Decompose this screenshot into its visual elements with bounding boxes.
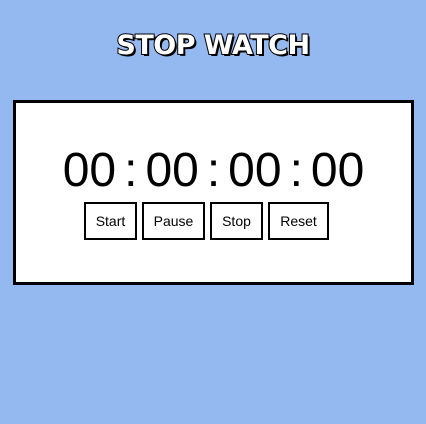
milliseconds-value: 00 bbox=[310, 144, 365, 197]
separator: : bbox=[206, 144, 221, 197]
start-button[interactable]: Start bbox=[84, 202, 137, 240]
stopwatch-panel: 00:00:00:00 Start Pause Stop Reset bbox=[13, 100, 414, 285]
time-display: 00:00:00:00 bbox=[16, 143, 411, 199]
app-title: STOP WATCH bbox=[115, 29, 311, 62]
pause-button[interactable]: Pause bbox=[142, 202, 205, 240]
reset-button[interactable]: Reset bbox=[268, 202, 329, 240]
seconds-value: 00 bbox=[228, 144, 282, 197]
minutes-value: 00 bbox=[145, 144, 199, 197]
hours-value: 00 bbox=[62, 144, 117, 197]
control-buttons: Start Pause Stop Reset bbox=[84, 202, 329, 240]
stop-button[interactable]: Stop bbox=[210, 202, 263, 240]
separator: : bbox=[124, 144, 138, 197]
separator: : bbox=[289, 144, 303, 197]
